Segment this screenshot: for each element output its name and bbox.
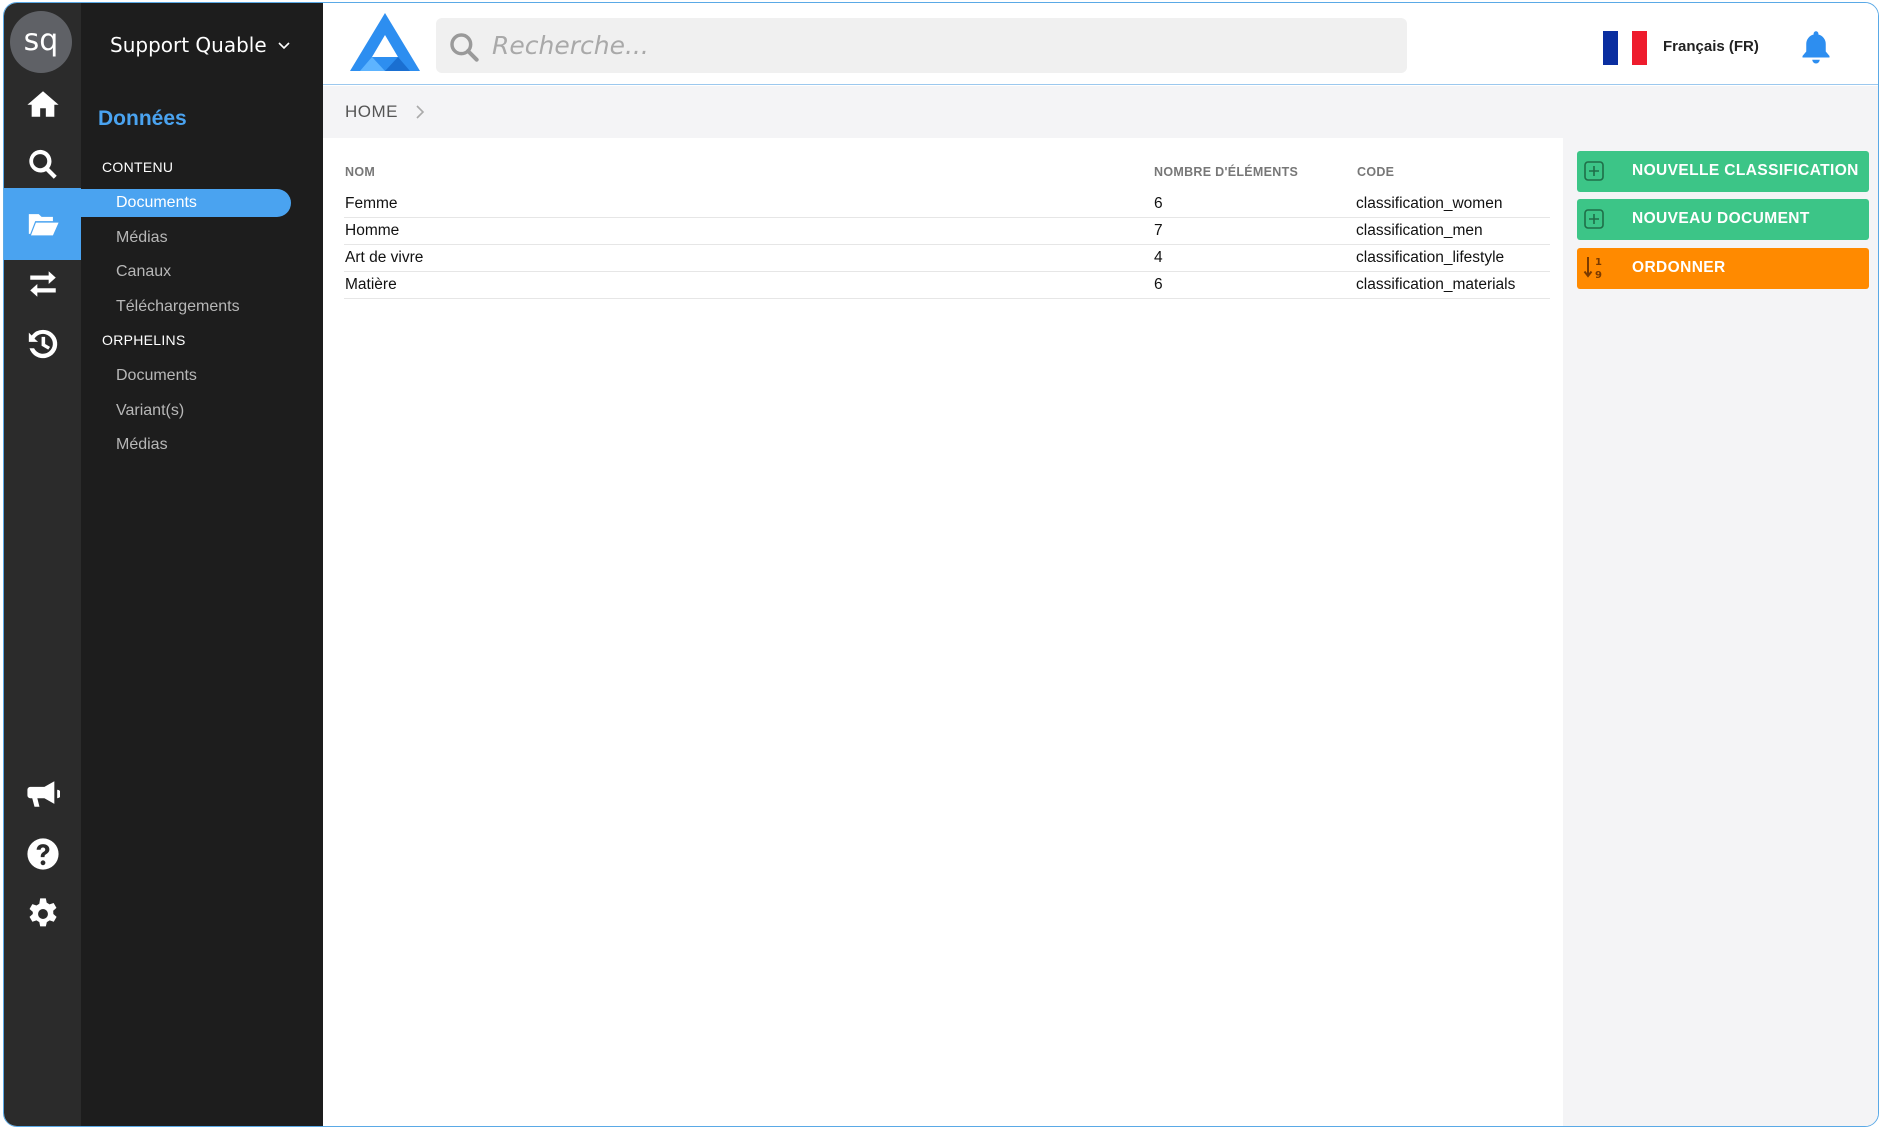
breadcrumb: HOME [323, 86, 1563, 138]
settings-icon[interactable] [4, 878, 81, 950]
sidebar-item-documents[interactable]: Documents [81, 189, 291, 217]
new-classification-label: NOUVELLE CLASSIFICATION [1632, 162, 1859, 179]
table-row[interactable]: Matière 6 classification_materials [344, 272, 1550, 299]
plus-square-icon [1584, 161, 1604, 181]
history-icon[interactable] [4, 308, 81, 380]
order-button[interactable]: 19 ORDONNER [1577, 248, 1869, 289]
top-bar: Français (FR) [323, 3, 1878, 85]
chevron-down-icon[interactable] [276, 37, 292, 53]
section-label-contenu: CONTENU [102, 159, 174, 175]
search-bar[interactable] [436, 18, 1407, 73]
sort-numeric-icon: 19 [1583, 257, 1602, 281]
cell-code: classification_materials [1356, 276, 1516, 293]
avatar[interactable]: sq [10, 11, 72, 73]
cell-code: classification_women [1356, 195, 1503, 212]
table-row[interactable]: Femme 6 classification_women [344, 191, 1550, 218]
sidebar-item-canaux[interactable]: Canaux [81, 258, 291, 286]
table-row[interactable]: Art de vivre 4 classification_lifestyle [344, 245, 1550, 272]
france-flag-icon[interactable] [1603, 31, 1648, 65]
sidebar-nav: Support Quable Données CONTENU Documents… [81, 3, 323, 1126]
new-document-label: NOUVEAU DOCUMENT [1632, 210, 1810, 227]
search-input[interactable] [492, 18, 1372, 73]
sidebar-title: Données [98, 107, 187, 130]
search-icon [450, 33, 479, 62]
chevron-right-icon [416, 105, 425, 119]
org-switcher[interactable]: Support Quable [110, 33, 267, 57]
sidebar-item-orphan-variants[interactable]: Variant(s) [81, 397, 291, 425]
svg-text:1: 1 [1595, 257, 1602, 268]
sidebar-item-medias[interactable]: Médias [81, 224, 291, 252]
classification-table: NOM NOMBRE D'ÉLÉMENTS CODE Femme 6 class… [323, 138, 1563, 1126]
column-header-nom[interactable]: NOM [345, 165, 375, 179]
actions-panel: NOUVELLE CLASSIFICATION NOUVEAU DOCUMENT… [1563, 86, 1878, 1126]
plus-square-icon [1584, 209, 1604, 229]
app-window: sq Support Quable Données CONTENU Docume… [3, 2, 1879, 1127]
cell-count: 7 [1154, 222, 1163, 239]
cell-code: classification_lifestyle [1356, 249, 1505, 266]
icon-rail: sq [4, 3, 81, 1126]
cell-count: 6 [1154, 195, 1163, 212]
sidebar-item-orphan-medias[interactable]: Médias [81, 431, 291, 459]
column-header-code[interactable]: CODE [1357, 165, 1394, 179]
bell-icon[interactable] [1798, 29, 1834, 65]
cell-count: 4 [1154, 249, 1163, 266]
quable-logo[interactable] [350, 13, 420, 73]
sidebar-item-telechargements[interactable]: Téléchargements [81, 293, 291, 321]
column-header-count[interactable]: NOMBRE D'ÉLÉMENTS [1154, 165, 1298, 179]
svg-text:9: 9 [1595, 270, 1602, 281]
order-label: ORDONNER [1632, 259, 1726, 276]
cell-name: Femme [345, 195, 398, 212]
breadcrumb-home[interactable]: HOME [345, 102, 398, 122]
new-document-button[interactable]: NOUVEAU DOCUMENT [1577, 199, 1869, 240]
section-label-orphelins: ORPHELINS [102, 332, 186, 348]
cell-name: Art de vivre [345, 249, 424, 266]
cell-name: Matière [345, 276, 397, 293]
cell-code: classification_men [1356, 222, 1483, 239]
cell-name: Homme [345, 222, 400, 239]
table-row[interactable]: Homme 7 classification_men [344, 218, 1550, 245]
sidebar-item-orphan-documents[interactable]: Documents [81, 362, 291, 390]
new-classification-button[interactable]: NOUVELLE CLASSIFICATION [1577, 151, 1869, 192]
language-selector[interactable]: Français (FR) [1663, 38, 1759, 55]
cell-count: 6 [1154, 276, 1163, 293]
